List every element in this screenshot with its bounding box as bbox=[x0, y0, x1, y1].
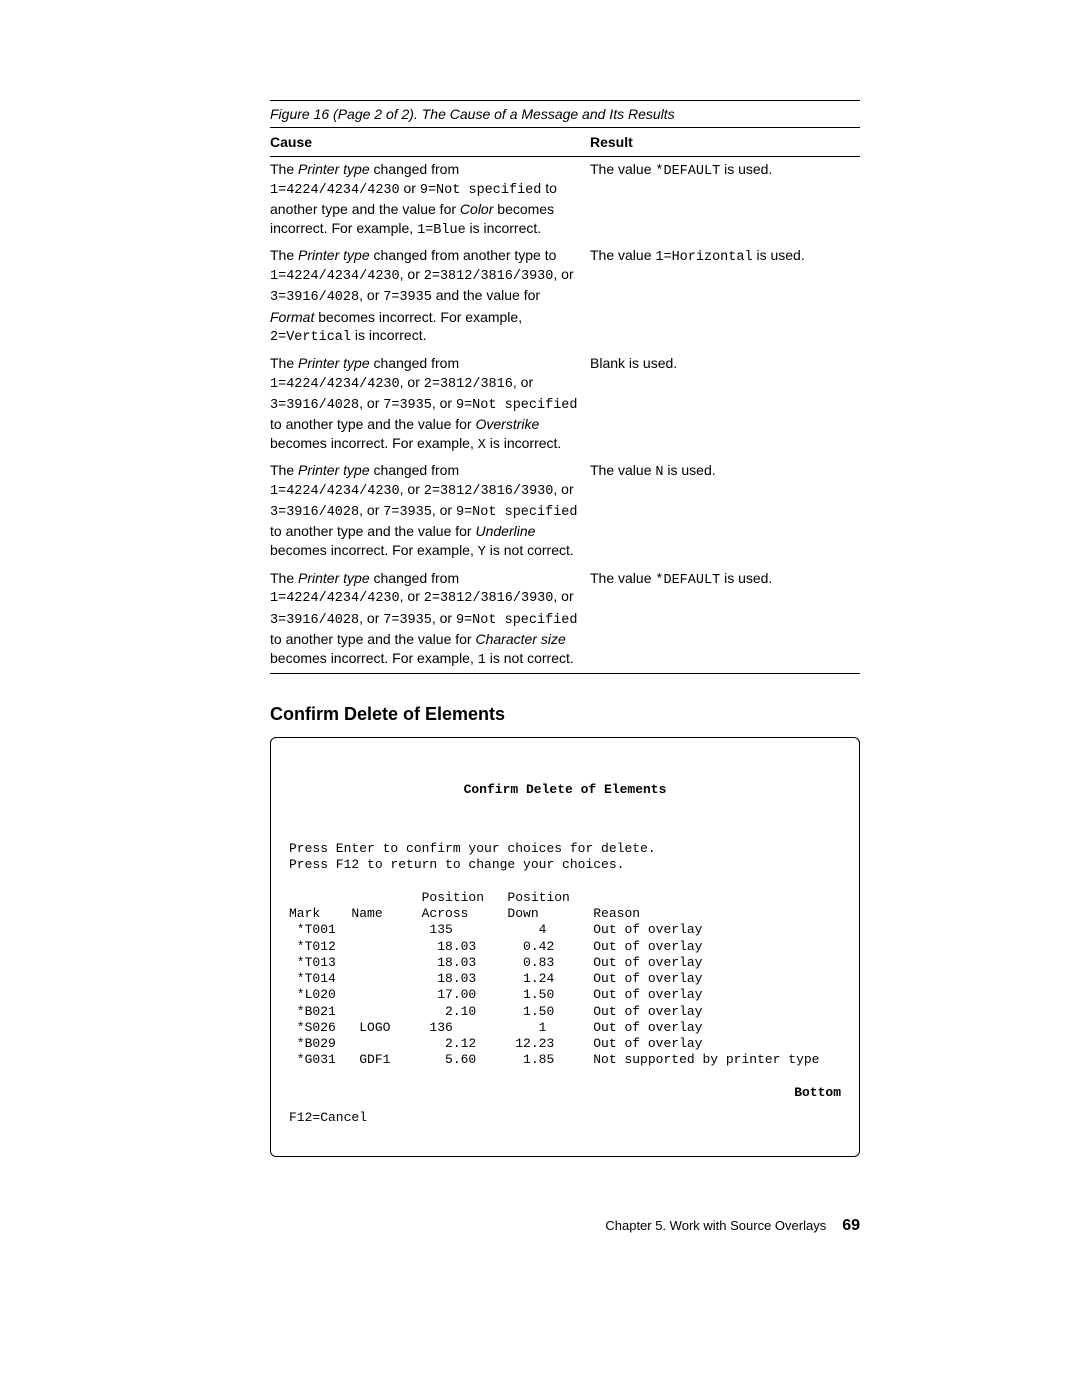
terminal-cancel-hint: F12=Cancel bbox=[289, 1110, 367, 1126]
cell-cause: The Printer type changed from another ty… bbox=[270, 246, 590, 347]
cell-result: The value *DEFAULT is used. bbox=[590, 569, 860, 670]
cell-cause: The Printer type changed from 1=4224/423… bbox=[270, 461, 590, 562]
table-row: The Printer type changed from 1=4224/423… bbox=[270, 458, 860, 565]
cell-result: The value N is used. bbox=[590, 461, 860, 562]
cell-result: The value 1=Horizontal is used. bbox=[590, 246, 860, 347]
table-header: Cause Result bbox=[270, 128, 860, 157]
cell-cause: The Printer type changed from 1=4224/423… bbox=[270, 160, 590, 240]
footer-chapter: Chapter 5. Work with Source Overlays bbox=[605, 1218, 826, 1233]
terminal-title: Confirm Delete of Elements bbox=[289, 782, 841, 798]
table-row: The Printer type changed from 1=4224/423… bbox=[270, 157, 860, 243]
terminal-bottom-label: Bottom bbox=[794, 1085, 841, 1101]
header-cause: Cause bbox=[270, 134, 590, 150]
cell-cause: The Printer type changed from 1=4224/423… bbox=[270, 569, 590, 670]
terminal-body: Press Enter to confirm your choices for … bbox=[289, 841, 841, 1069]
cell-result: The value *DEFAULT is used. bbox=[590, 160, 860, 240]
table-row: The Printer type changed from 1=4224/423… bbox=[270, 351, 860, 458]
table-row: The Printer type changed from another ty… bbox=[270, 243, 860, 350]
figure-caption: Figure 16 (Page 2 of 2). The Cause of a … bbox=[270, 100, 860, 128]
table-body: The Printer type changed from 1=4224/423… bbox=[270, 157, 860, 674]
terminal-panel: Confirm Delete of Elements Press Enter t… bbox=[270, 737, 860, 1157]
page-footer: Chapter 5. Work with Source Overlays 69 bbox=[270, 1217, 860, 1235]
page-number: 69 bbox=[842, 1217, 860, 1235]
header-result: Result bbox=[590, 134, 860, 150]
table-row: The Printer type changed from 1=4224/423… bbox=[270, 566, 860, 673]
cell-cause: The Printer type changed from 1=4224/423… bbox=[270, 354, 590, 455]
cell-result: Blank is used. bbox=[590, 354, 860, 455]
section-title: Confirm Delete of Elements bbox=[270, 704, 860, 725]
